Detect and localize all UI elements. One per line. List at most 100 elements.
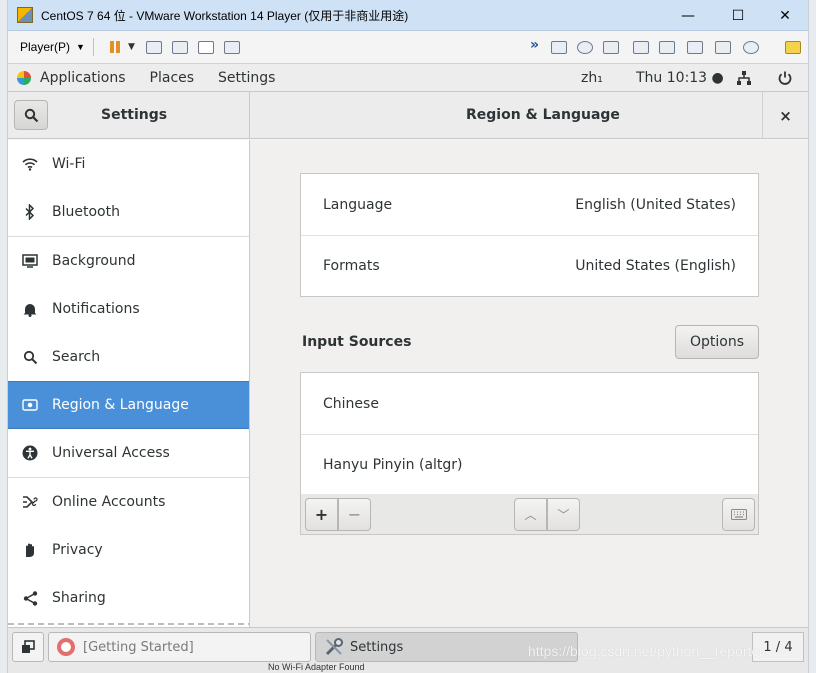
sidebar-item-universal-access[interactable]: Universal Access <box>8 429 249 477</box>
panel-title: Region & Language <box>466 107 620 123</box>
sidebar-item-online-accounts[interactable]: Online Accounts <box>8 478 249 526</box>
sidebar-header: Settings <box>8 92 250 139</box>
settings-app-menu[interactable]: Settings <box>218 70 275 86</box>
search-icon <box>24 108 38 122</box>
close-settings-button[interactable]: × <box>762 92 808 139</box>
host-desktop-left-edge <box>0 0 8 673</box>
settings-tools-icon <box>324 637 344 657</box>
more-icon[interactable]: » <box>530 37 539 53</box>
display-icon[interactable] <box>712 36 734 58</box>
language-label: Language <box>323 196 393 213</box>
settings-window: Settings Region & Language × Wi-Fi Bluet… <box>8 92 808 627</box>
sidebar-item-region-language[interactable]: Region & Language <box>8 381 249 429</box>
input-source-row[interactable]: Hanyu Pinyin (altgr) <box>301 434 758 495</box>
formats-label: Formats <box>323 258 380 274</box>
chevron-down-icon[interactable]: ▼ <box>128 42 135 52</box>
player-menu-button[interactable]: Player(P) ▼ <box>20 40 85 54</box>
taskbar-item-label: Settings <box>350 639 404 655</box>
taskbar-item-label: [Getting Started] <box>83 639 194 655</box>
player-menu-label: Player(P) <box>20 40 71 54</box>
sidebar-item-label: Search <box>52 349 101 365</box>
privacy-hand-icon <box>22 542 38 558</box>
taskbar-getting-started[interactable]: [Getting Started] <box>48 632 311 662</box>
input-sources-toolbar: + − ︿ ﹀ <box>300 494 759 535</box>
keyboard-layout-button[interactable] <box>722 498 755 531</box>
hdd-icon[interactable] <box>548 36 570 58</box>
region-language-icon <box>22 397 38 413</box>
places-menu[interactable]: Places <box>150 70 195 86</box>
sidebar-item-privacy[interactable]: Privacy <box>8 526 249 574</box>
sound-icon[interactable] <box>684 36 706 58</box>
applications-icon <box>17 70 31 85</box>
background-icon <box>22 253 38 269</box>
watermark: https://blog.csdn.net/python__reporter <box>528 643 764 659</box>
sidebar-title: Settings <box>101 107 168 123</box>
search-button[interactable] <box>14 100 48 130</box>
sidebar-item-label: Privacy <box>52 542 103 558</box>
applications-menu[interactable]: Applications <box>40 70 126 86</box>
gnome-top-bar: Applications Places Settings zh₁ Thu 10:… <box>8 64 808 92</box>
sidebar-item-label: Notifications <box>52 301 140 317</box>
remove-input-source-button[interactable]: − <box>338 498 371 531</box>
sidebar-scroll-hint <box>8 623 249 625</box>
input-sources-title: Input Sources <box>302 334 412 350</box>
input-sources-list: Chinese Hanyu Pinyin (altgr) <box>300 372 759 495</box>
clock[interactable]: Thu 10:13 ● <box>636 64 724 92</box>
move-up-button[interactable]: ︿ <box>514 498 547 531</box>
fullscreen-icon[interactable] <box>195 36 217 58</box>
sidebar-item-sharing[interactable]: Sharing <box>8 574 249 622</box>
sidebar-item-notifications[interactable]: Notifications <box>8 285 249 333</box>
language-row[interactable]: Language English (United States) <box>301 174 758 235</box>
language-formats-list: Language English (United States) Formats… <box>300 173 759 297</box>
sidebar-item-label: Region & Language <box>52 397 189 413</box>
message-log-icon[interactable] <box>782 36 804 58</box>
chevron-down-icon: ▼ <box>76 42 85 52</box>
cd-icon[interactable] <box>574 36 596 58</box>
power-icon[interactable] <box>777 64 793 92</box>
input-source-row[interactable]: Chinese <box>301 373 758 434</box>
toolbar-divider <box>92 38 94 56</box>
show-desktop-button[interactable] <box>12 632 44 662</box>
move-down-button[interactable]: ﹀ <box>547 498 580 531</box>
add-input-source-button[interactable]: + <box>305 498 338 531</box>
search-icon <box>22 349 38 365</box>
bell-icon <box>22 301 38 317</box>
sidebar-item-bluetooth[interactable]: Bluetooth <box>8 188 249 236</box>
show-desktop-icon <box>22 640 35 653</box>
host-desktop-right-edge <box>808 0 816 673</box>
send-ctrl-alt-del-icon[interactable] <box>143 36 165 58</box>
removable-devices-icon[interactable] <box>169 36 191 58</box>
unity-icon[interactable] <box>221 36 243 58</box>
minimize-button[interactable]: — <box>665 0 711 31</box>
formats-row[interactable]: Formats United States (English) <box>301 235 758 296</box>
maximize-button[interactable]: ☐ <box>715 0 761 31</box>
lifebuoy-icon <box>57 638 75 656</box>
input-source-label: Hanyu Pinyin (altgr) <box>323 457 463 473</box>
settings-sidebar: Wi-Fi Bluetooth Background Notifications… <box>8 140 250 627</box>
sidebar-item-label: Bluetooth <box>52 204 120 220</box>
wifi-icon <box>22 156 38 172</box>
region-language-panel: Language English (United States) Formats… <box>250 140 808 627</box>
vmware-title-bar: CentOS 7 64 位 - VMware Workstation 14 Pl… <box>8 0 808 31</box>
share-icon <box>22 590 38 606</box>
printer-icon[interactable] <box>630 36 652 58</box>
vmware-logo-icon <box>17 7 33 23</box>
accessibility-icon <box>22 445 38 461</box>
sidebar-item-wifi[interactable]: Wi-Fi <box>8 140 249 188</box>
pause-icon[interactable] <box>104 36 126 58</box>
keyboard-icon <box>730 509 747 520</box>
camera-icon[interactable] <box>740 36 762 58</box>
input-method-indicator[interactable]: zh₁ <box>581 64 603 92</box>
options-button[interactable]: Options <box>675 325 759 359</box>
input-source-label: Chinese <box>323 395 379 412</box>
sidebar-item-background[interactable]: Background <box>8 237 249 285</box>
host-background-text: No Wi-Fi Adapter Found <box>268 662 365 672</box>
network-status-icon[interactable] <box>736 64 752 92</box>
network-icon[interactable] <box>600 36 622 58</box>
sidebar-item-label: Online Accounts <box>52 494 166 510</box>
formats-value: United States (English) <box>575 258 736 274</box>
close-window-button[interactable]: ✕ <box>762 0 808 31</box>
usb-icon[interactable] <box>656 36 678 58</box>
sidebar-item-label: Wi-Fi <box>52 156 86 172</box>
sidebar-item-search[interactable]: Search <box>8 333 249 381</box>
